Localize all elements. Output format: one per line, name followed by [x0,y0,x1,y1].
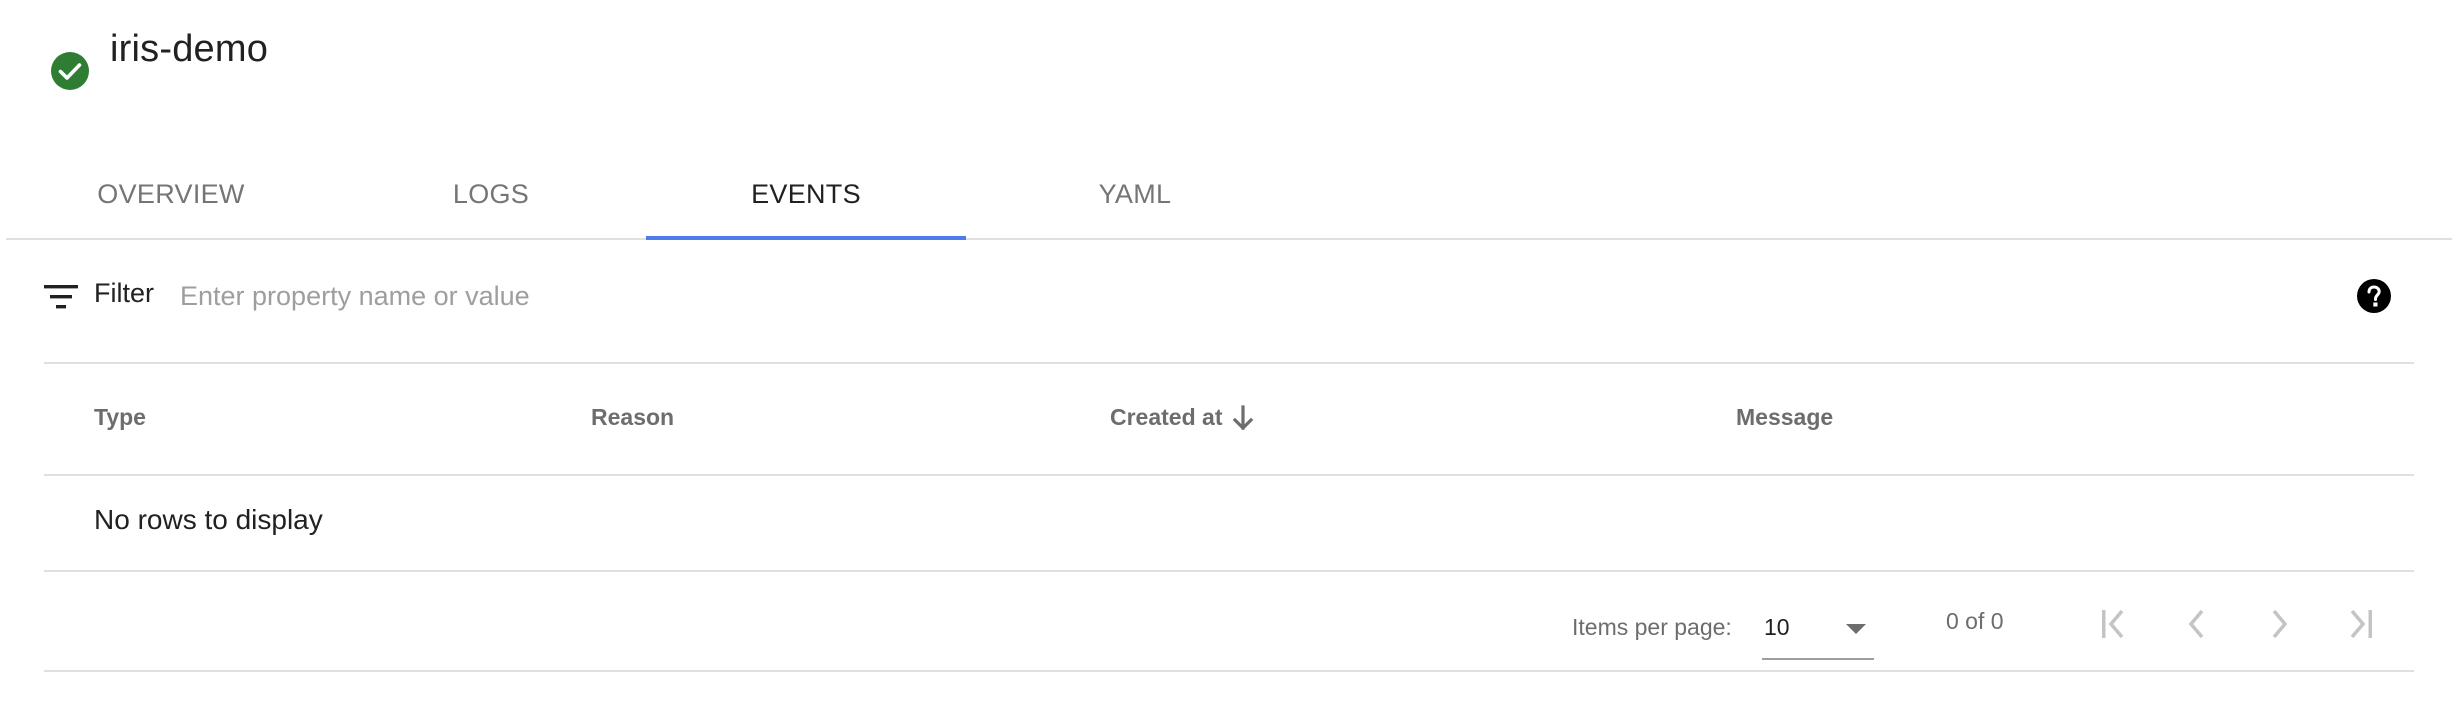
column-header-reason[interactable]: Reason [591,404,674,431]
filter-label: Filter [94,278,154,308]
items-per-page-value: 10 [1764,614,1790,640]
arrow-down-icon[interactable] [1230,404,1256,432]
first-page-icon [2102,609,2124,639]
column-header-type[interactable]: Type [94,404,146,431]
tab-bar: OVERVIEW LOGS EVENTS YAML [6,150,2452,240]
page-title: iris-demo [110,28,269,70]
paginator: Items per page: 10 0 of 0 [44,572,2414,672]
tab-label: LOGS [452,178,530,209]
check-circle-icon [51,52,89,90]
last-page-button[interactable] [2334,600,2382,648]
chevron-left-icon [2188,609,2204,639]
empty-table-row: No rows to display [44,476,2414,572]
items-per-page-select[interactable]: 10 [1762,608,1874,660]
filter-bar: Filter [44,262,2414,364]
tab-events[interactable]: EVENTS [646,150,966,240]
page-header: iris-demo [0,0,2452,140]
tab-logs[interactable]: LOGS [346,150,636,238]
previous-page-button[interactable] [2174,600,2222,648]
tab-yaml[interactable]: YAML [990,150,1280,238]
next-page-button[interactable] [2254,600,2302,648]
first-page-button[interactable] [2092,600,2140,648]
range-label: 0 of 0 [1946,608,2004,634]
column-header-message[interactable]: Message [1736,404,1833,431]
empty-message: No rows to display [94,504,323,535]
tab-label: EVENTS [751,178,861,209]
tab-label: YAML [1098,178,1172,209]
help-circle-icon[interactable] [2356,278,2392,314]
tab-label: OVERVIEW [97,178,245,209]
chevron-right-icon [2272,609,2288,639]
dropdown-caret-icon [1846,624,1866,634]
table-header: Type Reason Created at Message [44,364,2414,476]
filter-input[interactable] [180,272,1380,320]
last-page-icon [2350,609,2372,639]
column-header-created-at[interactable]: Created at [1110,404,1222,431]
items-per-page-label: Items per page: [1572,614,1732,640]
active-tab-indicator [646,236,966,240]
tab-overview[interactable]: OVERVIEW [26,150,316,238]
filter-list-icon [44,285,78,309]
